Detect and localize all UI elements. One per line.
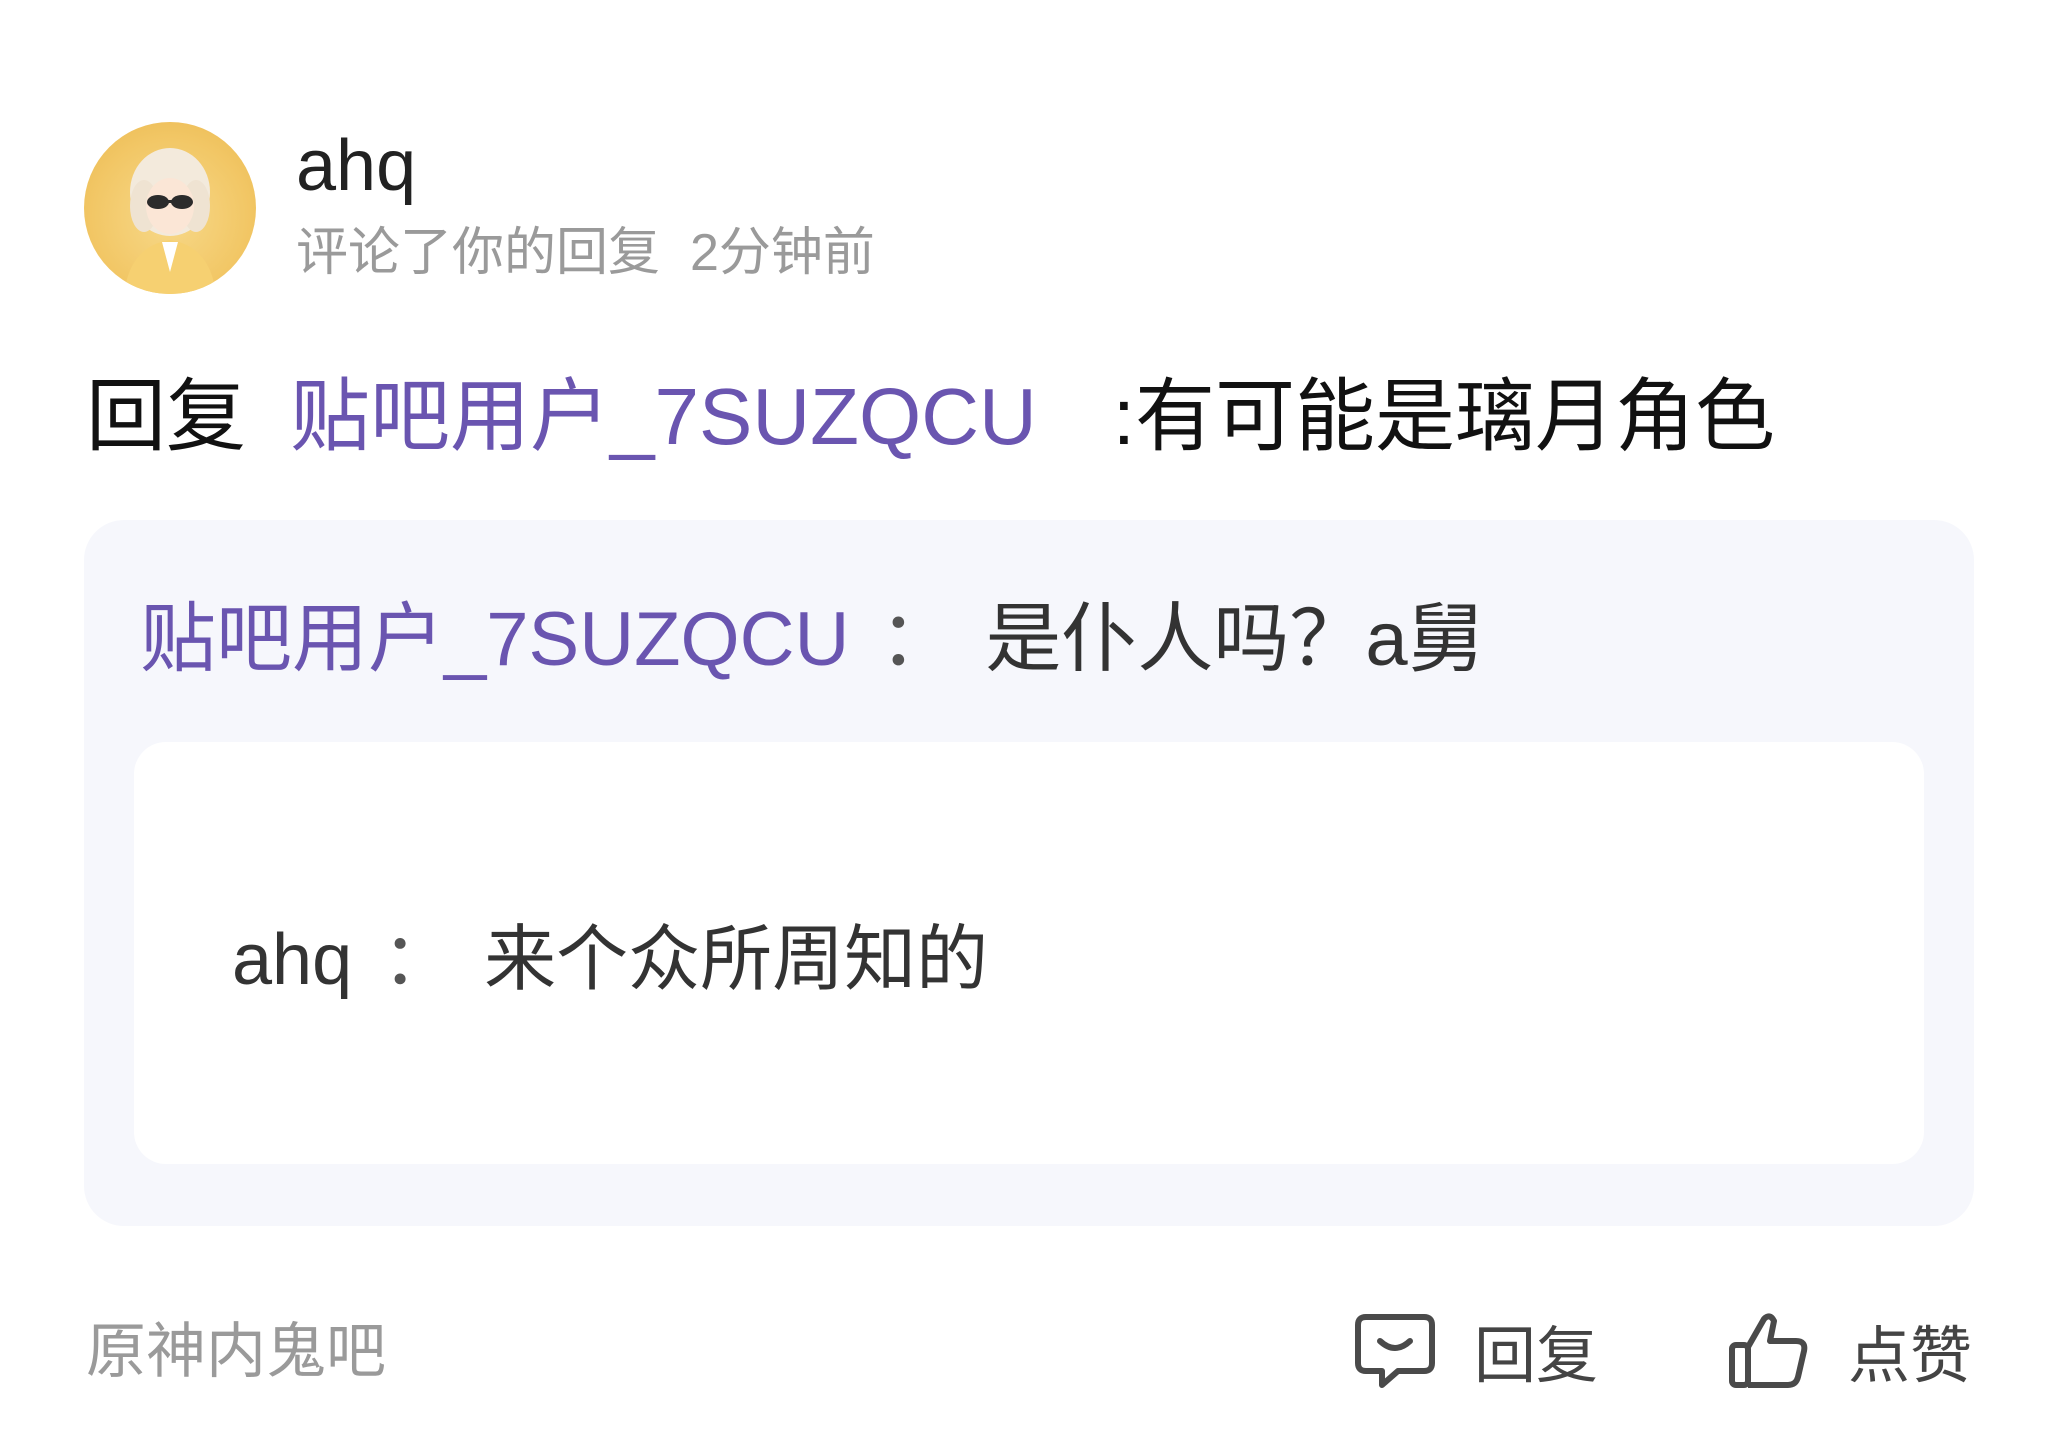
username[interactable]: ahq	[296, 118, 416, 214]
reply-content: 回复 贴吧用户_7SUZQCU :有可能是璃月角色	[86, 362, 1775, 472]
nested-author: ahq	[232, 920, 353, 1000]
timestamp: 2分钟前	[690, 224, 875, 282]
avatar-image	[124, 148, 216, 294]
mention-link[interactable]: 贴吧用户_7SUZQCU	[290, 372, 1037, 461]
like-button-label: 点赞	[1848, 1322, 1973, 1391]
quoted-comment: 贴吧用户_7SUZQCU ： 是仆人吗？a舅	[140, 590, 1484, 690]
notification-meta: 评论了你的回复 2分钟前	[296, 218, 875, 288]
forum-name-link[interactable]: 原神内鬼吧	[86, 1312, 386, 1392]
nested-quote-card[interactable]: ahq ： 来个众所周知的	[134, 742, 1924, 1164]
thumbs-up-icon	[1726, 1307, 1812, 1393]
comment-icon	[1352, 1307, 1438, 1393]
quoted-comment-card[interactable]: 贴吧用户_7SUZQCU ： 是仆人吗？a舅 ahq ： 来个众所周知的	[84, 520, 1974, 1226]
reply-prefix: 回复	[86, 372, 246, 461]
like-button[interactable]: 点赞	[1726, 1300, 1972, 1400]
avatar[interactable]	[84, 122, 256, 294]
reply-text: :有可能是璃月角色	[1112, 372, 1775, 461]
quoted-author-link[interactable]: 贴吧用户_7SUZQCU	[140, 597, 849, 682]
action-text: 评论了你的回复	[296, 224, 661, 282]
nested-text: 来个众所周知的	[484, 920, 989, 1000]
reply-button-label: 回复	[1474, 1322, 1599, 1391]
quoted-text: 是仆人吗？a舅	[985, 597, 1484, 682]
notification-page: ahq 评论了你的回复 2分钟前 回复 贴吧用户_7SUZQCU:有可能是璃月角色 …	[0, 0, 2048, 1450]
reply-button[interactable]: 回复	[1352, 1300, 1598, 1400]
nested-quote: ahq ： 来个众所周知的	[232, 912, 988, 1008]
quote-separator: ：	[879, 597, 956, 682]
nested-separator: ：	[382, 920, 455, 1000]
